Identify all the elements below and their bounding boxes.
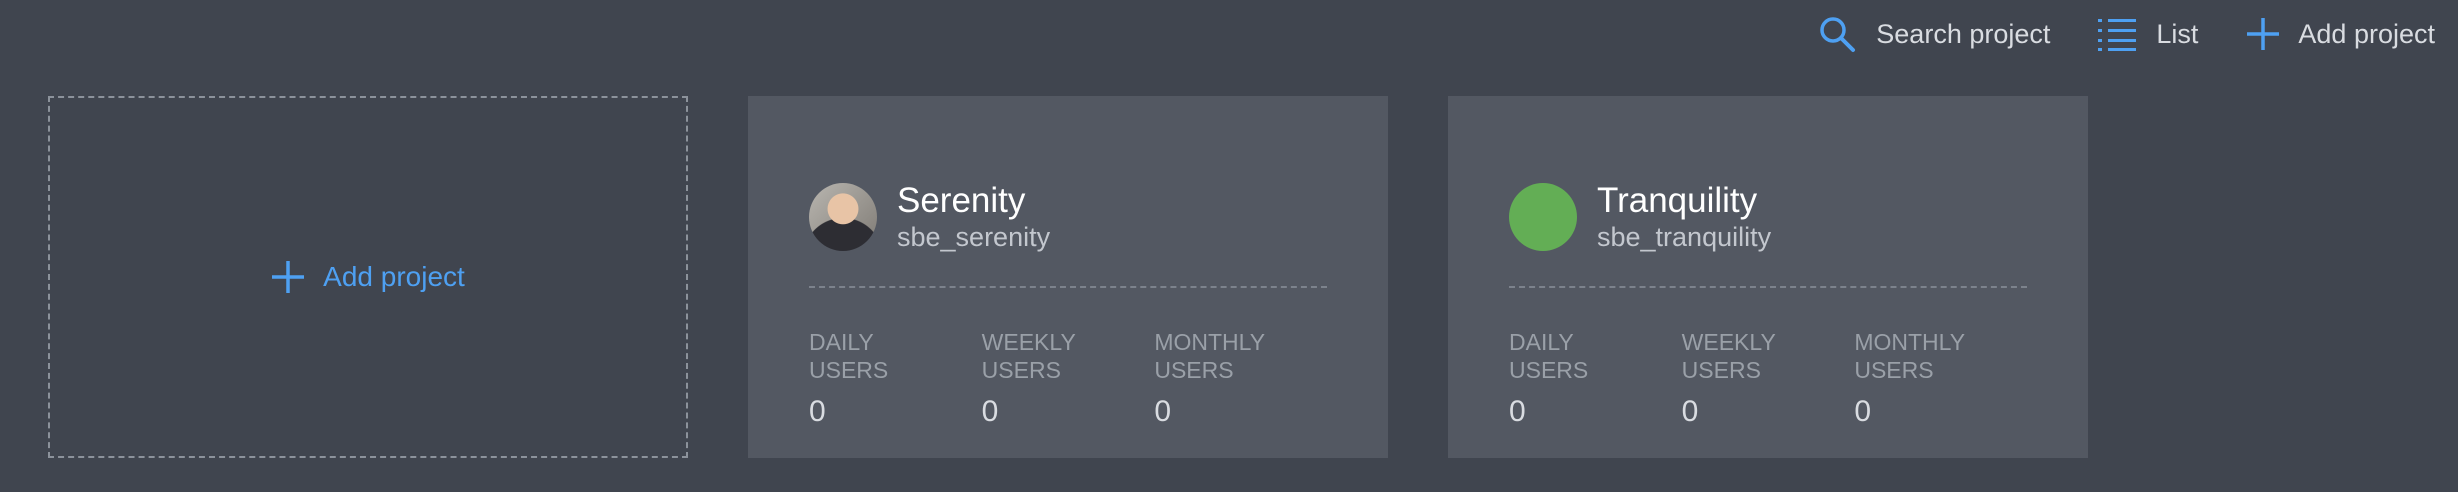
stat-weekly-users: WEEKLY USERS 0 (1682, 328, 1855, 430)
stat-value: 0 (1509, 395, 1526, 428)
toolbar: Search project List Add project (1818, 0, 2458, 68)
add-project-card-label: Add project (323, 261, 465, 292)
stat-value: 0 (1154, 395, 1172, 428)
plus-icon (2247, 18, 2280, 50)
stat-label: MONTHLY USERS (1154, 329, 1266, 383)
project-header: Serenity sbe_serenity (809, 96, 1327, 264)
stat-label: WEEKLY USERS (1681, 329, 1776, 383)
search-icon (1820, 17, 1856, 52)
project-names: Serenity sbe_serenity (897, 181, 1050, 253)
stat-value: 0 (1681, 395, 1699, 428)
add-project-toolbar-button[interactable]: Add project (2246, 17, 2435, 51)
project-stats: DAILY USERS 0 WEEKLY USERS 0 MONTHLY USE… (809, 328, 1327, 430)
project-name: Tranquility (1597, 181, 1758, 220)
stat-label: MONTHLY USERS (1854, 329, 1966, 383)
stat-label: DAILY USERS (809, 329, 889, 383)
list-view-button[interactable]: List (2098, 17, 2198, 51)
project-card-serenity[interactable]: Serenity sbe_serenity DAILY USERS 0 WEEK… (748, 96, 1388, 458)
plus-icon (272, 261, 305, 293)
search-project-button[interactable]: Search project (1818, 15, 2050, 53)
stat-value: 0 (809, 395, 826, 428)
add-project-card[interactable]: Add project (48, 96, 688, 458)
divider (1509, 286, 2027, 288)
add-project-label: Add project (2298, 18, 2435, 49)
add-project-card-content: Add project (271, 260, 465, 294)
project-names: Tranquility sbe_tranquility (1597, 181, 1771, 253)
project-slug: sbe_tranquility (1597, 222, 1772, 252)
list-icon (2098, 19, 2137, 51)
list-label: List (2156, 18, 2199, 49)
stat-weekly-users: WEEKLY USERS 0 (982, 328, 1155, 430)
project-stats: DAILY USERS 0 WEEKLY USERS 0 MONTHLY USE… (1509, 328, 2027, 430)
avatar (1509, 183, 1577, 251)
project-slug: sbe_serenity (897, 222, 1051, 252)
stat-monthly-users: MONTHLY USERS 0 (1154, 328, 1327, 430)
stat-daily-users: DAILY USERS 0 (1509, 328, 1682, 430)
search-project-label: Search project (1876, 18, 2051, 49)
stat-daily-users: DAILY USERS 0 (809, 328, 982, 430)
divider (809, 286, 1327, 288)
project-header: Tranquility sbe_tranquility (1509, 96, 2027, 264)
stat-value: 0 (981, 395, 999, 428)
stat-label: WEEKLY USERS (981, 329, 1076, 383)
project-card-tranquility[interactable]: Tranquility sbe_tranquility DAILY USERS … (1448, 96, 2088, 458)
stat-label: DAILY USERS (1509, 329, 1589, 383)
avatar (809, 183, 877, 251)
project-name: Serenity (897, 181, 1026, 220)
stat-monthly-users: MONTHLY USERS 0 (1854, 328, 2027, 430)
stat-value: 0 (1854, 395, 1872, 428)
